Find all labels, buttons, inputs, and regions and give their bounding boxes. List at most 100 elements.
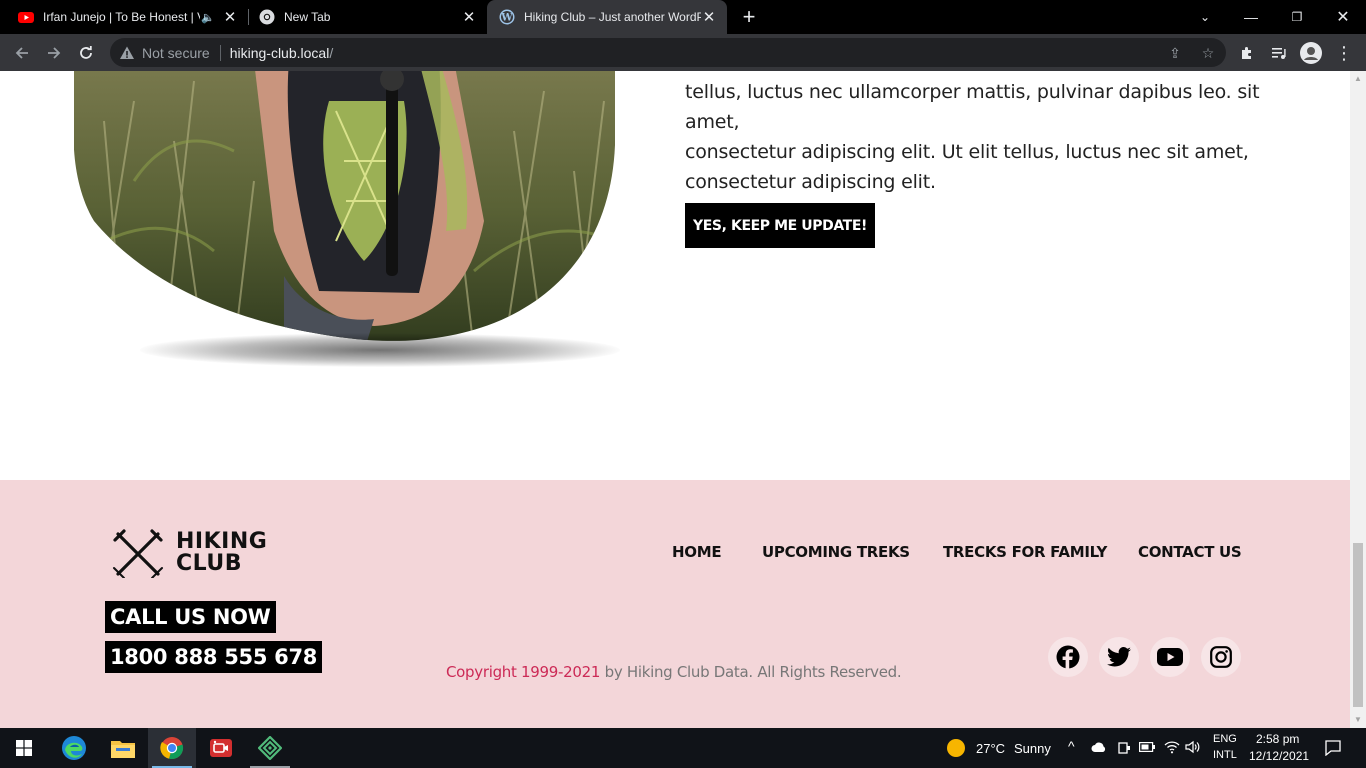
- site-logo[interactable]: HIKING CLUB: [112, 528, 267, 578]
- tab-title: New Tab: [284, 10, 331, 24]
- wordpress-icon: W: [499, 9, 515, 25]
- photo-shadow: [140, 333, 620, 367]
- address-bar[interactable]: Not secure hiking-club.local/ ⇪ ☆: [110, 38, 1226, 67]
- battery-icon[interactable]: [1139, 742, 1155, 752]
- speaker-volume-icon[interactable]: [1185, 740, 1201, 754]
- youtube-icon: [1157, 648, 1183, 666]
- twitter-icon: [1107, 647, 1131, 667]
- tab-search-icon[interactable]: ⌄: [1182, 0, 1228, 34]
- tab-youtube[interactable]: Irfan Junejo | To Be Honest | V 🔈 ✕: [0, 0, 248, 34]
- tab-title: Hiking Club – Just another WordP: [524, 10, 701, 24]
- paragraph-line: consectetur adipiscing elit. Ut elit tel…: [685, 141, 1249, 163]
- close-tab-icon[interactable]: ✕: [461, 8, 477, 26]
- nav-home[interactable]: HOME: [672, 543, 722, 561]
- paragraph-line: consectetur adipiscing elit.: [685, 171, 936, 193]
- url-path: /: [329, 44, 334, 61]
- language-code[interactable]: ENG: [1213, 733, 1237, 745]
- taskbar-local-app[interactable]: [246, 728, 294, 768]
- back-button[interactable]: [9, 40, 35, 66]
- reload-button[interactable]: [73, 40, 99, 66]
- close-tab-icon[interactable]: ✕: [222, 8, 238, 26]
- menu-kebab-icon[interactable]: ⋮: [1331, 40, 1357, 66]
- paragraph-line: tellus, luctus nec ullamcorper mattis, p…: [685, 81, 1260, 133]
- browser-tab-strip: Irfan Junejo | To Be Honest | V 🔈 ✕ New …: [0, 0, 1366, 34]
- weather-temperature[interactable]: 27°C: [976, 741, 1005, 756]
- twitter-link[interactable]: [1099, 637, 1139, 677]
- taskbar-chrome[interactable]: [148, 728, 196, 768]
- puzzle-icon: [1242, 47, 1251, 59]
- arrow-left-icon: [15, 47, 28, 59]
- notifications-icon[interactable]: [1325, 740, 1341, 756]
- page-viewport: tellus, luctus nec ullamcorper mattis, p…: [0, 71, 1350, 728]
- taskbar-edge[interactable]: [50, 728, 98, 768]
- share-icon[interactable]: ⇪: [1165, 45, 1185, 61]
- clock-date[interactable]: 12/12/2021: [1249, 749, 1309, 763]
- crossed-hiking-poles-icon: [113, 529, 163, 578]
- sun-weather-icon[interactable]: [946, 738, 966, 758]
- bookmark-star-icon[interactable]: ☆: [1198, 45, 1218, 61]
- keyboard-layout[interactable]: INTL: [1213, 749, 1237, 761]
- security-label[interactable]: Not secure: [142, 45, 210, 61]
- chrome-icon: [160, 737, 184, 760]
- tab-hiking-club[interactable]: W Hiking Club – Just another WordP ✕: [487, 0, 727, 34]
- clock-time[interactable]: 2:58 pm: [1256, 732, 1299, 746]
- keep-me-updated-button[interactable]: YES, KEEP ME UPDATE!: [685, 203, 875, 248]
- reload-icon: [80, 46, 92, 59]
- scroll-up-arrow-icon[interactable]: ▲: [1354, 75, 1362, 83]
- weather-condition[interactable]: Sunny: [1014, 741, 1051, 756]
- tab-new-tab[interactable]: New Tab ✕: [241, 0, 487, 34]
- copyright-years: Copyright 1999-2021: [446, 663, 601, 681]
- youtube-icon: [18, 12, 34, 23]
- scroll-down-arrow-icon[interactable]: ▼: [1354, 716, 1362, 724]
- taskbar-screen-recorder[interactable]: [197, 728, 245, 768]
- windows-logo-icon: [16, 740, 32, 756]
- instagram-link[interactable]: [1201, 637, 1241, 677]
- onedrive-cloud-icon[interactable]: [1091, 741, 1107, 753]
- facebook-link[interactable]: [1048, 637, 1088, 677]
- wifi-icon[interactable]: [1164, 740, 1180, 754]
- copyright-owner: by Hiking Club Data. All Rights Reserved…: [600, 663, 902, 681]
- restore-button[interactable]: ❐: [1274, 0, 1320, 34]
- youtube-link[interactable]: [1150, 637, 1190, 677]
- avatar: [1300, 42, 1322, 64]
- folder-icon: [111, 741, 135, 758]
- tab-title: Irfan Junejo | To Be Honest | V: [43, 10, 200, 24]
- chrome-icon: [259, 9, 275, 25]
- facebook-icon: [1056, 645, 1080, 669]
- body-paragraph: tellus, luctus nec ullamcorper mattis, p…: [685, 77, 1305, 197]
- edge-icon: [62, 736, 86, 760]
- chevron-up-icon[interactable]: ^: [1068, 738, 1075, 754]
- start-button[interactable]: [0, 728, 48, 768]
- nav-upcoming-treks[interactable]: UPCOMING TREKS: [762, 543, 910, 561]
- warning-icon: [120, 46, 134, 59]
- phone-number[interactable]: 1800 888 555 678: [105, 641, 323, 673]
- url-text[interactable]: hiking-club.local/: [230, 45, 334, 61]
- device-icon[interactable]: [1117, 741, 1131, 755]
- scrollbar-thumb[interactable]: [1353, 543, 1363, 707]
- new-tab-button[interactable]: +: [738, 4, 760, 30]
- media-control-button[interactable]: [1266, 40, 1292, 66]
- close-window-button[interactable]: ✕: [1320, 0, 1366, 34]
- profile-button[interactable]: [1298, 40, 1324, 66]
- logo-line: CLUB: [176, 551, 243, 576]
- windows-taskbar: 27°C Sunny ^ ENG INTL 2:58 pm 12/12/2021: [0, 728, 1366, 768]
- close-tab-icon[interactable]: ✕: [701, 8, 717, 26]
- speaker-icon[interactable]: 🔈: [200, 11, 216, 24]
- minimize-button[interactable]: —: [1228, 0, 1274, 34]
- call-us-label: CALL US NOW: [105, 601, 276, 633]
- instagram-icon: [1210, 646, 1232, 668]
- address-divider: [219, 44, 221, 61]
- logo-wordmark: HIKING CLUB: [176, 531, 267, 575]
- hiker-photo: [74, 71, 615, 341]
- playlist-icon: [1272, 48, 1286, 59]
- site-footer: HIKING CLUB HOME UPCOMING TREKS TRECKS F…: [0, 480, 1350, 728]
- video-camera-icon: [210, 739, 232, 757]
- taskbar-file-explorer[interactable]: [99, 728, 147, 768]
- url-host: hiking-club.local: [229, 44, 330, 61]
- forward-button[interactable]: [41, 40, 67, 66]
- extensions-button[interactable]: [1234, 40, 1260, 66]
- page-scrollbar[interactable]: ▲ ▼: [1350, 71, 1366, 728]
- svg-text:W: W: [500, 13, 513, 24]
- nav-contact-us[interactable]: CONTACT US: [1138, 543, 1242, 561]
- nav-trecks-for-family[interactable]: TRECKS FOR FAMILY: [943, 543, 1107, 561]
